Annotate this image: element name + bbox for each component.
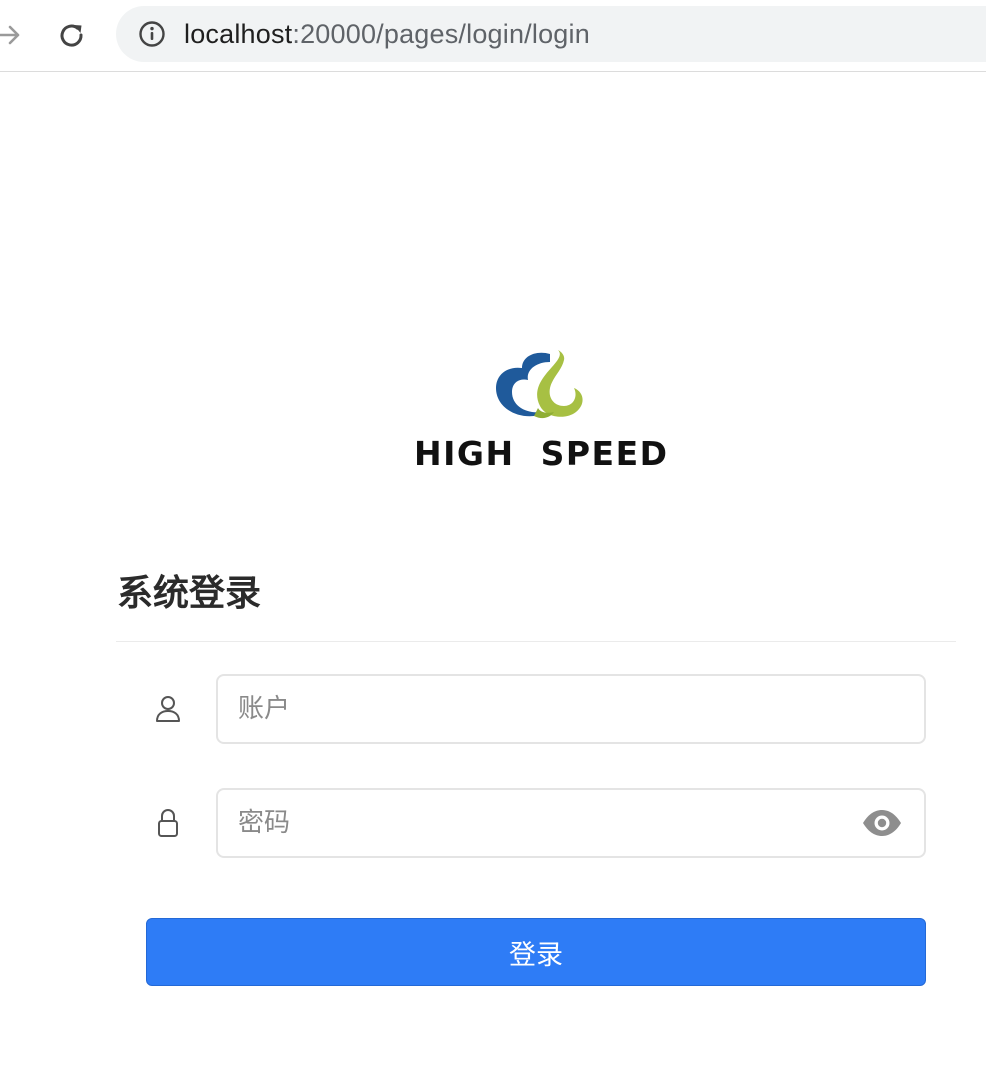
address-bar[interactable]: localhost:20000/pages/login/login xyxy=(116,6,986,62)
user-icon xyxy=(153,692,183,726)
password-input[interactable] xyxy=(218,790,924,856)
url-text[interactable]: localhost:20000/pages/login/login xyxy=(184,19,590,50)
account-field[interactable] xyxy=(216,674,926,744)
info-icon[interactable] xyxy=(138,20,166,48)
logo-text: HIGH SPEED xyxy=(414,434,669,473)
login-button[interactable]: 登录 xyxy=(146,918,926,986)
title-divider xyxy=(116,641,956,642)
reload-button[interactable] xyxy=(56,20,88,52)
reload-icon xyxy=(60,24,83,47)
eye-icon[interactable] xyxy=(860,806,904,840)
logo-mark-icon xyxy=(496,350,583,419)
account-input[interactable] xyxy=(218,676,924,742)
browser-toolbar: localhost:20000/pages/login/login xyxy=(0,0,986,72)
arrow-right-icon xyxy=(0,25,20,45)
login-title: 系统登录 xyxy=(117,573,262,614)
lock-icon xyxy=(153,806,183,840)
company-logo: HIGH SPEED xyxy=(414,348,669,478)
url-host: localhost xyxy=(184,18,293,49)
forward-button[interactable] xyxy=(0,20,24,50)
url-path: :20000/pages/login/login xyxy=(292,18,590,49)
password-field[interactable] xyxy=(216,788,926,858)
